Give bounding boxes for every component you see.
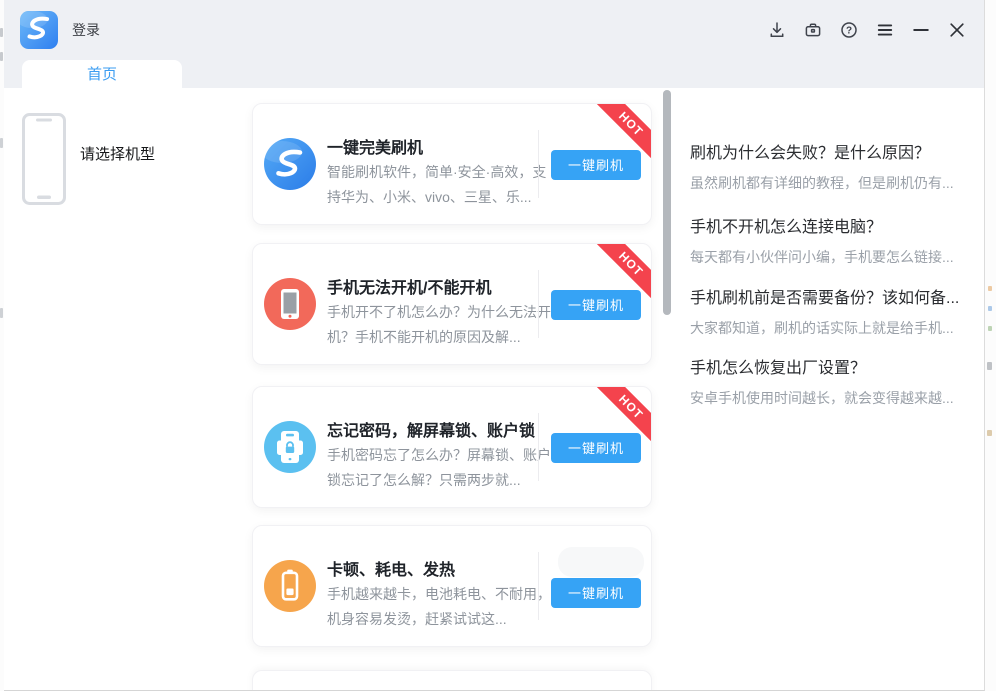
card-desc: 手机开不了机怎么办？为什么无法开机？手机不能开机的原因及解...	[327, 300, 551, 350]
app-s-icon	[264, 138, 316, 190]
background-artifact	[987, 362, 992, 370]
feature-card-battery[interactable]: 卡顿、耗电、发热 手机越来越卡，电池耗电、不耐用，机身容易发烫，赶紧试试这...…	[252, 525, 652, 647]
feature-card-unlock[interactable]: 忘记密码，解屏幕锁、账户锁 手机密码忘了怎么办？屏幕锁、账户锁忘记了怎么解？只需…	[252, 386, 652, 508]
article-item[interactable]: 刷机为什么会失败？是什么原因？ 虽然刷机都有详细的教程，但是刷机仍有...	[690, 143, 976, 193]
one-key-flash-button[interactable]: 一键刷机	[551, 433, 641, 463]
title-bar: 登录 ?	[4, 0, 984, 60]
background-artifact	[987, 430, 992, 436]
article-item[interactable]: 手机怎么恢复出厂设置？ 安卓手机使用时间越长，就会变得越来越...	[690, 358, 976, 408]
divider	[538, 413, 539, 481]
article-desc: 安卓手机使用时间越长，就会变得越来越...	[690, 388, 976, 408]
one-key-flash-button[interactable]: 一键刷机	[551, 290, 641, 320]
background-artifact	[0, 138, 3, 148]
phone-outline-icon	[22, 113, 66, 210]
background-artifact	[0, 308, 3, 318]
svg-text:?: ?	[846, 26, 852, 37]
background-artifact	[988, 286, 992, 291]
app-root: 登录 ?	[0, 0, 996, 691]
phone-lock-icon	[264, 421, 316, 473]
article-desc: 大家都知道，刷机的话实际上就是给手机...	[690, 318, 976, 338]
feature-card-flash[interactable]: 一键完美刷机 智能刷机软件，简单·安全·高效，支持华为、小米、vivo、三星、乐…	[252, 103, 652, 225]
battery-icon	[264, 560, 316, 612]
article-title: 刷机为什么会失败？是什么原因？	[690, 143, 976, 165]
card-desc: 智能刷机软件，简单·安全·高效，支持华为、小米、vivo、三星、乐...	[327, 160, 551, 210]
download-icon[interactable]	[766, 19, 788, 41]
article-title: 手机怎么恢复出厂设置？	[690, 358, 976, 380]
card-title: 卡顿、耗电、发热	[327, 556, 455, 580]
model-select-label: 请选择机型	[80, 143, 155, 164]
tab-home[interactable]: 首页	[22, 60, 182, 88]
card-desc: 手机密码忘了怎么办？屏幕锁、账户锁忘记了怎么解？只需两步就...	[327, 443, 551, 493]
article-item[interactable]: 手机刷机前是否需要备份？该如何备... 大家都知道，刷机的话实际上就是给手机..…	[690, 288, 976, 338]
vertical-scrollbar-thumb[interactable]	[663, 90, 671, 315]
menu-icon[interactable]	[874, 19, 896, 41]
feature-card-next-peek[interactable]	[252, 670, 652, 691]
minimize-icon[interactable]	[910, 19, 932, 41]
background-artifact	[988, 306, 992, 311]
background-artifact	[988, 326, 992, 331]
card-title: 一键完美刷机	[327, 134, 423, 158]
close-icon[interactable]	[946, 19, 968, 41]
card-title: 忘记密码，解屏幕锁、账户锁	[327, 417, 535, 441]
article-desc: 虽然刷机都有详细的教程，但是刷机仍有...	[690, 173, 976, 193]
card-desc: 手机越来越卡，电池耗电、不耐用，机身容易发烫，赶紧试试这...	[327, 582, 551, 632]
article-title: 手机不开机怎么连接电脑？	[690, 217, 976, 239]
window-toolbar: ?	[766, 0, 968, 60]
background-artifact	[0, 52, 3, 61]
divider	[538, 270, 539, 338]
window-title: 登录	[72, 0, 100, 60]
one-key-flash-button[interactable]: 一键刷机	[551, 150, 641, 180]
divider	[538, 552, 539, 620]
background-artifact	[0, 28, 3, 37]
app-window: 登录 ?	[4, 0, 985, 691]
article-title: 手机刷机前是否需要备份？该如何备...	[690, 288, 976, 310]
feature-card-no-boot[interactable]: 手机无法开机/不能开机 手机开不了机怎么办？为什么无法开机？手机不能开机的原因及…	[252, 243, 652, 365]
app-logo-icon	[20, 11, 58, 49]
toolbox-icon[interactable]	[802, 19, 824, 41]
card-title: 手机无法开机/不能开机	[327, 274, 491, 298]
faded-badge	[558, 547, 644, 577]
help-icon[interactable]: ?	[838, 19, 860, 41]
article-item[interactable]: 手机不开机怎么连接电脑？ 每天都有小伙伴问小编，手机要怎么链接...	[690, 217, 976, 267]
divider	[538, 130, 539, 198]
background-window-sliver-right	[985, 0, 996, 691]
model-selector[interactable]: 请选择机型	[4, 88, 248, 288]
article-desc: 每天都有小伙伴问小编，手机要怎么链接...	[690, 247, 976, 267]
phone-broken-icon	[264, 278, 316, 330]
one-key-flash-button[interactable]: 一键刷机	[551, 578, 641, 608]
